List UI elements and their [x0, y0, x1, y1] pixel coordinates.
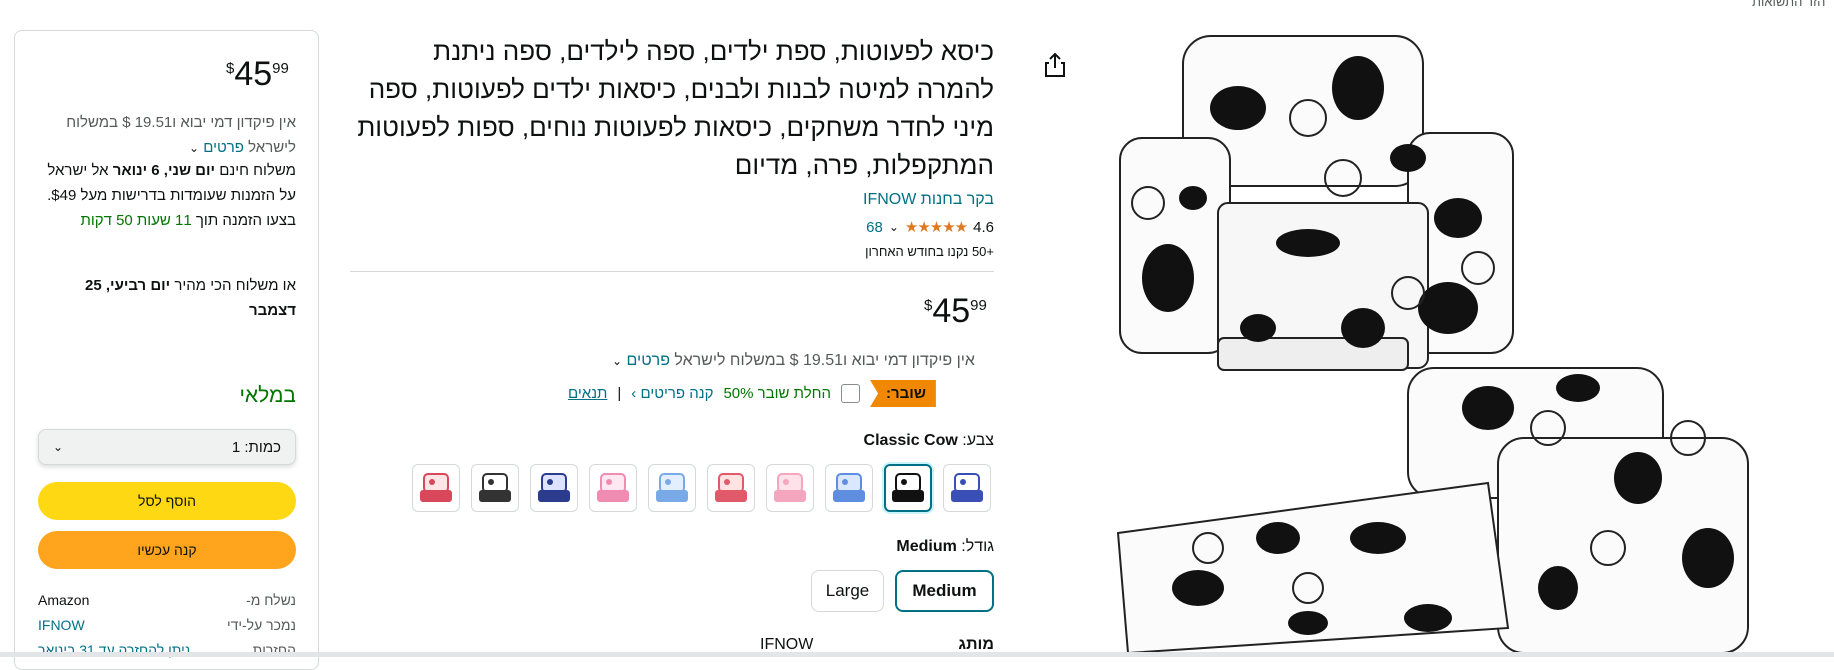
- swatch-thumbnail-icon: [892, 473, 924, 502]
- sold-by-label: נמכר על-ידי: [226, 617, 296, 633]
- shipping-details-link[interactable]: פרטים: [627, 352, 670, 369]
- size-label: גודל: Medium: [760, 538, 994, 556]
- sold-by-row: נמכר על-ידי IFNOW: [38, 617, 296, 633]
- product-image[interactable]: [1108, 28, 1768, 657]
- color-swatch-red-strawberry[interactable]: [707, 464, 755, 512]
- swatch-thumbnail-icon: [774, 473, 806, 502]
- color-swatch-pink[interactable]: [766, 464, 814, 512]
- coupon-apply-text[interactable]: החלת שובר 50%: [723, 385, 831, 402]
- coupon-separator: |: [617, 385, 622, 402]
- horizontal-scrollbar[interactable]: [0, 652, 1834, 657]
- bought-last-month: +50 נקנו בחודש האחרון: [865, 244, 994, 259]
- swatch-thumbnail-icon: [597, 473, 629, 502]
- quantity-value: 1: [231, 438, 241, 456]
- rating-count-link[interactable]: 68: [866, 219, 883, 236]
- share-icon[interactable]: [1040, 50, 1070, 80]
- coupon-shop-items-link[interactable]: קנה פריטים ›: [631, 385, 713, 402]
- sold-by-link[interactable]: IFNOW: [38, 617, 218, 633]
- swatch-thumbnail-icon: [715, 473, 747, 502]
- chevron-down-icon[interactable]: ⌄: [612, 354, 622, 368]
- rating-value: 4.6: [973, 218, 994, 236]
- buy-now-button[interactable]: קנה עכשיו: [38, 531, 296, 569]
- in-stock-status: במלאי: [239, 384, 296, 407]
- color-swatch-classic-cow[interactable]: [884, 464, 932, 512]
- quantity-text: כמות: 1: [232, 439, 281, 456]
- delivery-date: יום שני, 6 ינואר: [112, 162, 216, 179]
- cow-sofa-illustration: [1116, 35, 1749, 655]
- coupon-terms-link[interactable]: תנאים: [568, 385, 607, 402]
- currency-symbol: $: [924, 297, 933, 314]
- size-selected-value: Medium: [896, 538, 957, 555]
- top-nav-fragment: הזר התשואות: [1752, 0, 1826, 9]
- size-option-large[interactable]: Large: [811, 570, 884, 612]
- buybox-shipping-text: אין פיקדון דמי יבוא ו19.51 $ במשלוח לישר…: [66, 114, 296, 156]
- chevron-down-icon: ⌄: [53, 440, 64, 454]
- swatch-thumbnail-icon: [833, 473, 865, 502]
- shipping-text: אין פיקדון דמי יבוא ו19.51 $ במשלוח לישר…: [674, 352, 975, 369]
- color-swatch-navy-space[interactable]: [530, 464, 578, 512]
- price-whole: 45: [932, 292, 971, 330]
- color-swatch-blue-cow[interactable]: [943, 464, 991, 512]
- color-swatch-red-hearts[interactable]: [412, 464, 460, 512]
- center-shipping-info: אין פיקדון דמי יבוא ו19.51 $ במשלוח לישר…: [612, 352, 975, 370]
- swatch-thumbnail-icon: [538, 473, 570, 502]
- buybox-delivery: משלוח חינם יום שני, 6 ינואר אל ישראל על …: [38, 158, 296, 233]
- coupon-row: שובר: החלת שובר 50% קנה פריטים › | תנאים: [568, 380, 936, 407]
- swatch-thumbnail-icon: [951, 473, 983, 502]
- buybox-price: $ 45 99: [226, 56, 289, 92]
- currency-symbol: $: [226, 60, 235, 77]
- divider: [350, 271, 994, 272]
- color-label: צבע: Classic Cow: [760, 432, 994, 450]
- store-link[interactable]: בקר בחנות IFNOW: [350, 191, 994, 209]
- size-option-medium[interactable]: Medium: [895, 570, 994, 612]
- buybox-details-link[interactable]: פרטים: [203, 139, 244, 156]
- chevron-down-icon[interactable]: ⌄: [889, 220, 899, 234]
- size-label-key: גודל:: [961, 538, 994, 555]
- fastest-pre: או משלוח הכי מהיר: [174, 277, 296, 294]
- quantity-select[interactable]: כמות: 1 ⌄: [38, 429, 296, 465]
- price-fraction: 99: [970, 297, 987, 314]
- coupon-badge: שובר:: [870, 380, 936, 407]
- delivery-pre: משלוח חינם: [219, 162, 296, 179]
- swatch-thumbnail-icon: [656, 473, 688, 502]
- center-price: $ 45 99: [924, 293, 987, 329]
- ships-from-row: נשלח מ- Amazon: [38, 592, 296, 608]
- product-title: כיסא לפעוטות, ספת ילדים, ספה לילדים, ספה…: [357, 36, 994, 180]
- quantity-label: כמות:: [244, 438, 281, 456]
- price-whole: 45: [234, 55, 273, 93]
- rating-row: 4.6 ★★★★★ ⌄ 68: [350, 218, 994, 237]
- color-swatch-pink-unicorn[interactable]: [589, 464, 637, 512]
- buybox-fastest-delivery: או משלוח הכי מהיר יום רביעי, 25 דצמבר: [38, 273, 296, 323]
- ships-from-value: Amazon: [38, 592, 90, 608]
- swatch-thumbnail-icon: [479, 473, 511, 502]
- color-selected-value: Classic Cow: [863, 432, 958, 449]
- price-fraction: 99: [272, 60, 289, 77]
- color-swatches: [412, 464, 991, 512]
- color-swatch-blue-print[interactable]: [825, 464, 873, 512]
- color-swatch-panda[interactable]: [471, 464, 519, 512]
- swatch-thumbnail-icon: [420, 473, 452, 502]
- add-to-cart-button[interactable]: הוסף לסל: [38, 482, 296, 520]
- star-rating-icon[interactable]: ★★★★★: [905, 218, 968, 236]
- delivery-countdown: 11 שעות 50 דקות: [80, 212, 192, 229]
- buybox-shipping-info: אין פיקדון דמי יבוא ו19.51 $ במשלוח לישר…: [38, 110, 296, 161]
- ships-from-label: נשלח מ-: [246, 592, 296, 608]
- coupon-checkbox[interactable]: [841, 384, 861, 403]
- color-label-key: צבע:: [962, 432, 994, 449]
- color-swatch-light-blue[interactable]: [648, 464, 696, 512]
